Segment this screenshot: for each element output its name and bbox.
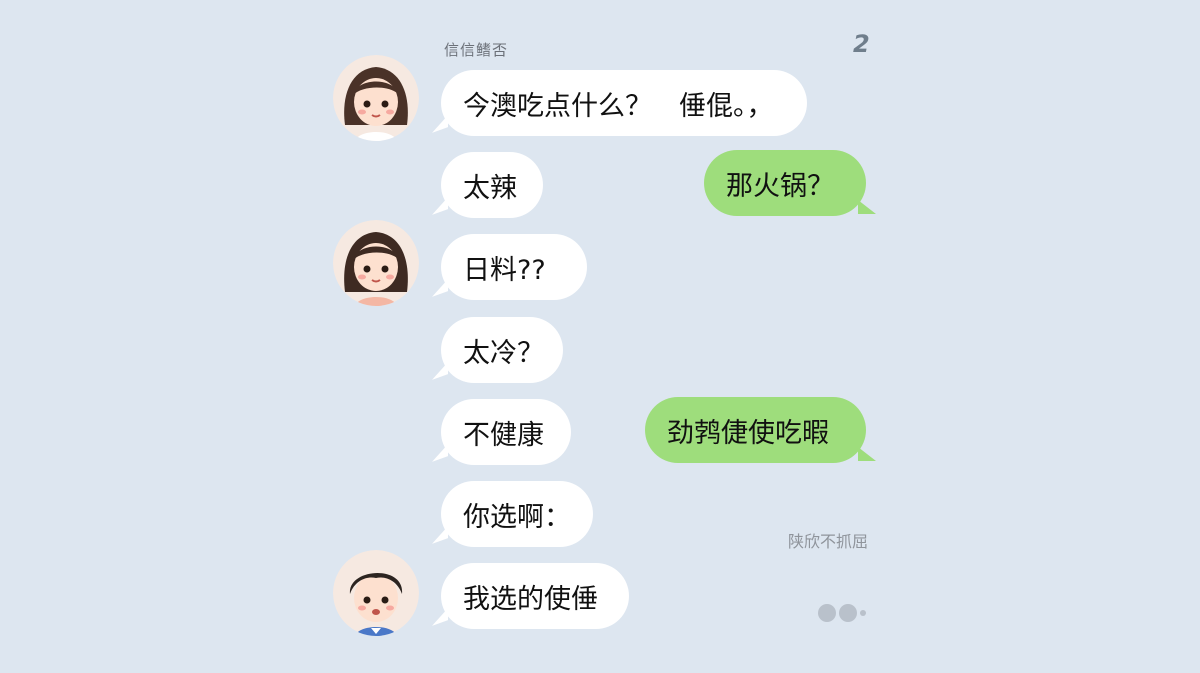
girl-avatar-icon[interactable] <box>333 55 419 141</box>
message-text: 那火锅？ <box>726 170 834 202</box>
message-bubble-3[interactable]: 那火锅？ <box>704 150 876 216</box>
message-bubble-9[interactable]: 我选的使倕 <box>441 563 629 629</box>
message-text: 你选啊： <box>463 501 571 533</box>
typing-dots-icon <box>818 604 866 622</box>
message-text: 劲鹁倢使吃暇 <box>667 417 829 449</box>
message-text: 我选的使倕 <box>463 583 598 615</box>
message-text: 日料?? <box>463 254 546 286</box>
message-text: 太辣 <box>463 172 517 204</box>
message-bubble-5[interactable]: 太冷？ <box>441 317 563 383</box>
side-note: 陕欣不抓屈 <box>788 532 869 551</box>
message-bubble-8[interactable]: 你选啊： <box>441 481 593 547</box>
girl-avatar-icon[interactable] <box>333 220 419 306</box>
message-bubble-7[interactable]: 劲鹁倢使吃暇 <box>645 397 876 463</box>
message-bubble-2[interactable]: 太辣 <box>441 152 543 218</box>
message-text: 今澳吃点什么？ 倕倱。， <box>463 90 774 122</box>
message-bubble-1[interactable]: 今澳吃点什么？ 倕倱。， <box>441 70 807 136</box>
message-bubble-4[interactable]: 日料?? <box>441 234 587 300</box>
message-bubble-6[interactable]: 不健康 <box>441 399 571 465</box>
message-text: 太冷？ <box>463 337 544 369</box>
top-label: 信信鳍否 <box>444 41 509 59</box>
message-text: 不健康 <box>463 419 544 451</box>
corner-mark: 2 <box>853 30 870 58</box>
boy-avatar-icon[interactable] <box>333 550 419 636</box>
